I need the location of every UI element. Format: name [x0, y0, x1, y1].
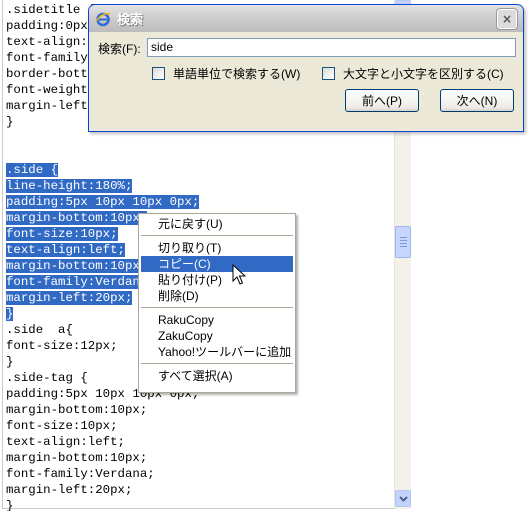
internet-explorer-icon	[95, 11, 111, 27]
code-line-text: border-botto	[6, 67, 96, 81]
whole-word-checkbox[interactable]	[152, 67, 165, 80]
code-line: line-height:180%;	[6, 178, 392, 194]
previous-button[interactable]: 前へ(P)	[345, 89, 419, 112]
code-line-text: }	[6, 115, 14, 129]
code-line-text: margin-left:	[6, 99, 96, 113]
close-icon: ×	[501, 12, 513, 26]
search-input[interactable]: side	[147, 38, 516, 57]
code-line: margin-left:20px;	[6, 482, 392, 498]
menu-item-delete[interactable]: 削除(D)	[141, 288, 293, 304]
whole-word-label: 単語単位で検索する(W)	[173, 67, 301, 81]
code-line-text: text-align:l	[6, 35, 96, 49]
menu-item-select-all[interactable]: すべて選択(A)	[141, 368, 293, 384]
menu-item-rakucopy[interactable]: RakuCopy	[141, 312, 293, 328]
code-line-text: margin-left:20px;	[6, 483, 133, 497]
code-line-text: margin-left:20px;	[6, 291, 133, 305]
scroll-thumb[interactable]	[395, 226, 411, 258]
code-line-text: .side-tag {	[6, 371, 88, 385]
code-line-text: line-height:180%;	[6, 179, 133, 193]
mouse-pointer-icon	[232, 264, 246, 285]
code-line-text: text-align:left;	[6, 243, 125, 257]
menu-item-paste[interactable]: 貼り付け(P)	[141, 272, 293, 288]
chevron-down-icon	[398, 495, 408, 502]
code-line-text: }	[6, 355, 14, 369]
search-dialog: 検索 × 検索(F): side 単語単位で検索する(W) 大文字と小文字を区別…	[88, 4, 524, 132]
code-line-text: margin-bottom:10px;	[6, 211, 148, 225]
code-line-text: }	[6, 307, 14, 321]
code-line-text: margin-bottom:10px;	[6, 451, 148, 465]
dialog-title-bar[interactable]: 検索 ×	[89, 5, 523, 32]
match-case-checkbox[interactable]	[322, 67, 335, 80]
match-case-label: 大文字と小文字を区別する(C)	[343, 67, 504, 81]
menu-item-yahoo-toolbar[interactable]: Yahoo!ツールバーに追加	[141, 344, 293, 360]
code-line: text-align:left;	[6, 434, 392, 450]
menu-item-cut[interactable]: 切り取り(T)	[141, 240, 293, 256]
menu-separator	[141, 363, 293, 364]
menu-item-zakucopy[interactable]: ZakuCopy	[141, 328, 293, 344]
code-line: }	[6, 498, 392, 511]
code-line-text: font-size:10px;	[6, 419, 118, 433]
code-line-text: font-family:Verdana;	[6, 467, 155, 481]
code-line: .side {	[6, 162, 392, 178]
code-line-text: .side a{	[6, 323, 73, 337]
menu-separator	[141, 307, 293, 308]
code-line-text: }	[6, 499, 14, 511]
code-line-text: text-align:left;	[6, 435, 125, 449]
code-line-text: margin-bottom:10px;	[6, 259, 148, 273]
code-line: font-family:Verdana;	[6, 466, 392, 482]
code-line: margin-bottom:10px;	[6, 450, 392, 466]
menu-separator	[141, 235, 293, 236]
search-label: 検索(F):	[98, 42, 141, 56]
context-menu: 元に戻す(U) 切り取り(T) コピー(C) 貼り付け(P) 削除(D) Rak…	[138, 213, 296, 393]
scroll-down-button[interactable]	[395, 490, 411, 507]
menu-item-copy[interactable]: コピー(C)	[141, 256, 293, 272]
code-line-text: padding:5px 10px 10px 0px;	[6, 195, 200, 209]
code-line-text: font-size:12px;	[6, 339, 118, 353]
code-line-text: .side {	[6, 163, 59, 177]
whole-word-option[interactable]: 単語単位で検索する(W)	[152, 65, 300, 82]
code-line-text: padding:0px	[6, 19, 88, 33]
close-button[interactable]: ×	[496, 8, 518, 30]
code-line-text: .sidetitle {	[6, 3, 96, 17]
code-line-text: margin-bottom:10px;	[6, 403, 148, 417]
next-button[interactable]: 次へ(N)	[440, 89, 514, 112]
code-line-text: font-family:Verdana	[6, 275, 148, 289]
code-line-text: font-family:	[6, 51, 96, 65]
dialog-title: 検索	[117, 13, 144, 28]
code-line-text: font-weight:	[6, 83, 96, 97]
code-line-text: font-size:10px;	[6, 227, 118, 241]
menu-item-undo[interactable]: 元に戻す(U)	[141, 216, 293, 232]
match-case-option[interactable]: 大文字と小文字を区別する(C)	[322, 65, 504, 82]
code-line: margin-bottom:10px;	[6, 402, 392, 418]
code-line: padding:5px 10px 10px 0px;	[6, 194, 392, 210]
code-line: font-size:10px;	[6, 418, 392, 434]
